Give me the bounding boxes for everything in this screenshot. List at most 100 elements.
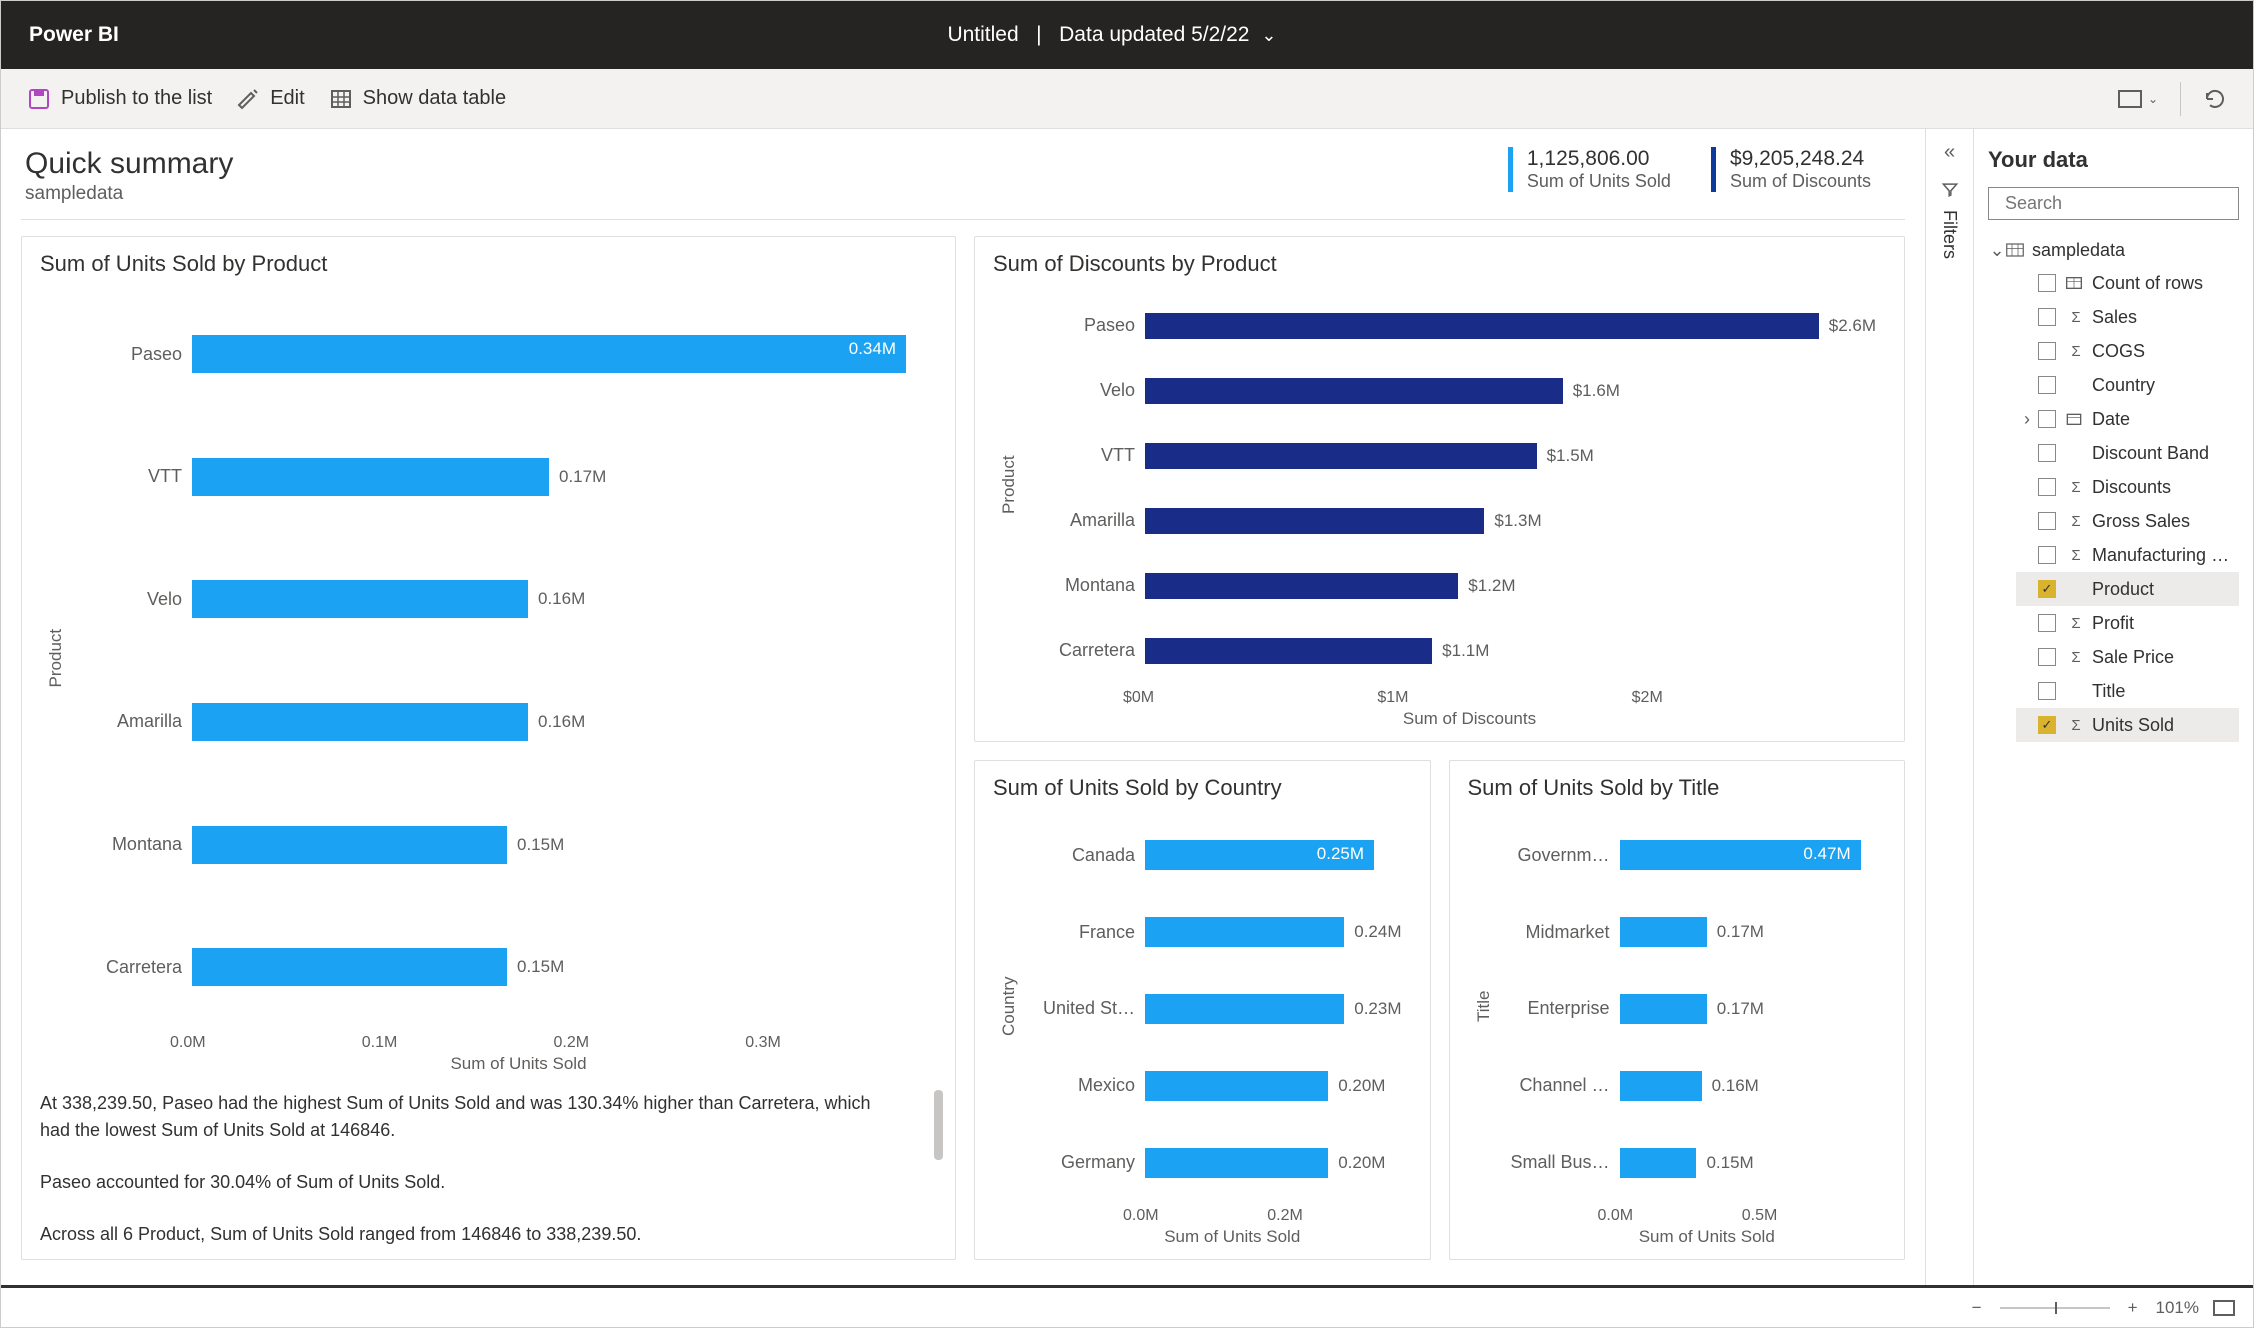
checkbox[interactable] [2038,614,2056,632]
axis-tick: 0.0M [170,1034,362,1052]
kpi-label: Sum of Discounts [1730,171,1871,192]
field-row[interactable]: Country [2016,368,2239,402]
tree-root[interactable]: ⌄ sampledata [1988,234,2239,266]
bar-value: 0.24M [1354,922,1401,942]
chart-discounts-by-product[interactable]: Sum of Discounts by Product Product Pase… [974,236,1905,742]
field-row[interactable]: ΣCOGS [2016,334,2239,368]
collapse-icon[interactable]: « [1944,141,1955,164]
bar-row[interactable]: Carretera$1.1M [1025,638,1876,664]
table-icon [329,87,353,111]
doc-title[interactable]: Untitled | Data updated 5/2/22 ⌄ [119,23,2105,47]
bar-row[interactable]: Midmarket0.17M [1500,917,1877,947]
publish-button[interactable]: Publish to the list [15,81,224,117]
zoom-out-button[interactable]: − [1964,1298,1990,1318]
category-label: VTT [1025,445,1145,466]
x-axis: 0.0M0.1M0.2M0.3M [170,1034,937,1052]
bar [1145,443,1537,469]
kpi-stripe [1711,147,1716,192]
field-row[interactable]: ΣSales [2016,300,2239,334]
edit-button[interactable]: Edit [224,81,316,117]
bar-row[interactable]: France0.24M [1025,917,1402,947]
field-row[interactable]: ΣUnits Sold [2016,708,2239,742]
edit-label: Edit [270,87,304,110]
insight-text: At 338,239.50, Paseo had the highest Sum… [40,1090,937,1247]
field-row[interactable]: ›Date [2016,402,2239,436]
field-label: Title [2092,681,2125,702]
x-axis-title: Sum of Units Sold [1053,1227,1412,1247]
checkbox[interactable] [2038,308,2056,326]
field-row[interactable]: ΣDiscounts [2016,470,2239,504]
chart-units-by-country[interactable]: Sum of Units Sold by Country Country Can… [974,760,1431,1260]
layout-dropdown[interactable]: ⌄ [2106,84,2170,114]
bar-track: 0.47M [1620,840,1877,870]
bar-value: $1.3M [1494,511,1541,531]
chevron-right-icon[interactable]: › [2020,409,2034,430]
field-row[interactable]: Product [2016,572,2239,606]
field-row[interactable]: ΣManufacturing … [2016,538,2239,572]
kpi-label: Sum of Units Sold [1527,171,1671,192]
checkbox[interactable] [2038,580,2056,598]
bar-value: 0.15M [517,957,564,977]
x-axis-title: Sum of Units Sold [100,1054,937,1074]
bar-row[interactable]: Mexico0.20M [1025,1071,1402,1101]
field-row[interactable]: Title [2016,674,2239,708]
chart-units-by-title[interactable]: Sum of Units Sold by Title Title Governm… [1449,760,1906,1260]
bar [1145,508,1484,534]
checkbox[interactable] [2038,376,2056,394]
checkbox[interactable] [2038,410,2056,428]
checkbox[interactable] [2038,274,2056,292]
field-row[interactable]: ΣProfit [2016,606,2239,640]
bar-row[interactable]: Montana0.15M [72,826,927,864]
bar-row[interactable]: Paseo$2.6M [1025,313,1876,339]
filter-icon[interactable] [1940,180,1960,200]
refresh-icon [2203,87,2227,111]
bar-value: $1.6M [1573,381,1620,401]
bar-row[interactable]: VTT0.17M [72,458,927,496]
bar-row[interactable]: Montana$1.2M [1025,573,1876,599]
zoom-slider[interactable] [2000,1307,2110,1309]
search-input[interactable] [2003,192,2239,215]
bar-row[interactable]: Amarilla$1.3M [1025,508,1876,534]
insight-line: At 338,239.50, Paseo had the highest Sum… [40,1090,897,1142]
bar-row[interactable]: Canada0.25M [1025,840,1402,870]
bar-row[interactable]: Small Bus…0.15M [1500,1148,1877,1178]
checkbox[interactable] [2038,512,2056,530]
bar-value: 0.17M [559,467,606,487]
checkbox[interactable] [2038,716,2056,734]
checkbox[interactable] [2038,682,2056,700]
checkbox[interactable] [2038,478,2056,496]
chevron-down-icon[interactable]: ⌄ [1261,25,1276,45]
kpi-value: 1,125,806.00 [1527,147,1671,171]
bar-row[interactable]: Paseo0.34M [72,335,927,373]
refresh-button[interactable] [2191,81,2239,117]
checkbox[interactable] [2038,546,2056,564]
bar-row[interactable]: Amarilla0.16M [72,703,927,741]
bar-row[interactable]: Germany0.20M [1025,1148,1402,1178]
field-row[interactable]: Count of rows [2016,266,2239,300]
checkbox[interactable] [2038,342,2056,360]
checkbox[interactable] [2038,648,2056,666]
chart-units-by-product[interactable]: Sum of Units Sold by Product Product Pas… [21,236,956,1260]
search-box[interactable] [1988,187,2239,220]
chevron-down-icon[interactable]: ⌄ [1988,240,2006,261]
checkbox[interactable] [2038,444,2056,462]
field-row[interactable]: ΣSale Price [2016,640,2239,674]
bar-row[interactable]: Carretera0.15M [72,948,927,986]
x-axis: $0M$1M$2M [1123,689,1886,707]
chart-bars: Paseo0.34M VTT0.17M Velo0.16M Amarilla0.16M… [72,287,937,1028]
zoom-in-button[interactable]: + [2120,1298,2146,1318]
bar-row[interactable]: Channel …0.16M [1500,1071,1877,1101]
fit-to-page-button[interactable] [2213,1300,2235,1316]
show-data-table-button[interactable]: Show data table [317,81,518,117]
bar-row[interactable]: Governm…0.47M [1500,840,1877,870]
bar-row[interactable]: VTT$1.5M [1025,443,1876,469]
bar-row[interactable]: Velo$1.6M [1025,378,1876,404]
field-label: Gross Sales [2092,511,2190,532]
bar-row[interactable]: Velo0.16M [72,580,927,618]
filters-rail[interactable]: « Filters [1925,129,1973,1287]
scrollbar[interactable] [934,1090,943,1160]
bar-row[interactable]: United St…0.23M [1025,994,1402,1024]
field-row[interactable]: Discount Band [2016,436,2239,470]
bar-row[interactable]: Enterprise0.17M [1500,994,1877,1024]
field-row[interactable]: ΣGross Sales [2016,504,2239,538]
